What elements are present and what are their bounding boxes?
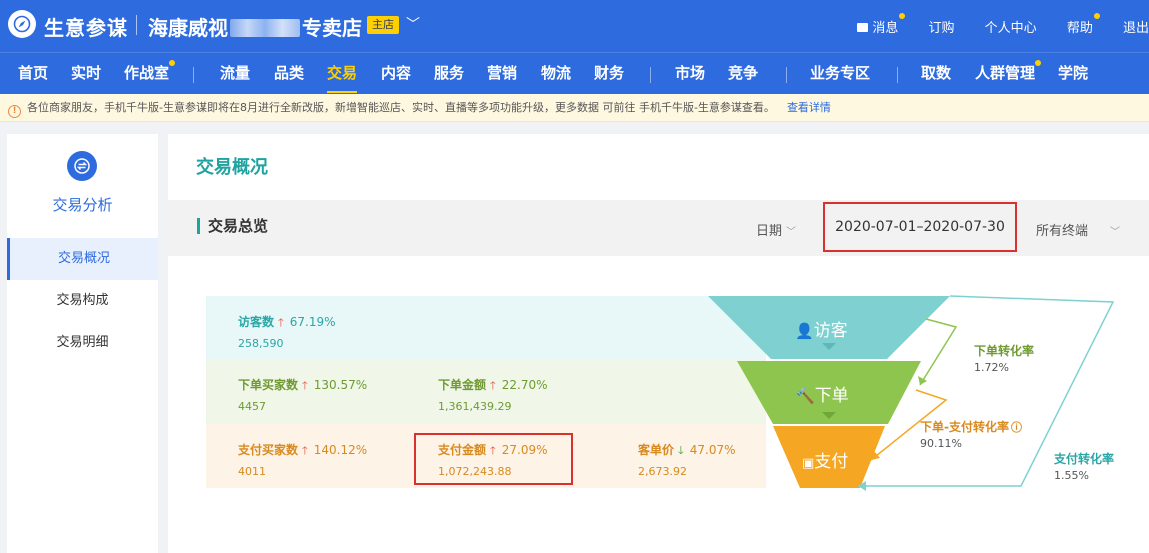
main-store-badge: 主店 <box>367 16 399 34</box>
nav-data-fetch[interactable]: 取数 <box>921 62 951 83</box>
notification-dot <box>1093 13 1100 19</box>
stage-label: 支付 <box>814 452 849 472</box>
store-name-redacted <box>230 19 300 37</box>
nav-content[interactable]: 内容 <box>381 62 411 83</box>
sidebar-item-overview[interactable]: 交易概况 <box>7 238 158 280</box>
nav-audience[interactable]: 人群管理 <box>975 60 1042 83</box>
stage-label: 访客 <box>813 321 848 341</box>
mail-icon <box>857 23 869 32</box>
help-label: 帮助 <box>1066 21 1093 36</box>
nav-service[interactable]: 服务 <box>434 62 464 83</box>
notice-text: 各位商家朋友，手机千牛版-生意参谋即将在8月进行全新改版，新增智能巡店、实时、直… <box>27 101 775 114</box>
user-center-link[interactable]: 个人中心 <box>985 17 1037 36</box>
nav-war-room-label: 作战室 <box>124 64 170 82</box>
main-nav: 首页 实时 作战室 流量 品类 交易 内容 服务 营销 物流 财务 市场 竞争 … <box>0 52 1149 94</box>
notice-details-link[interactable]: 查看详情 <box>787 101 831 114</box>
brand-name[interactable]: 生意参谋 <box>44 12 128 41</box>
nav-war-room[interactable]: 作战室 <box>124 60 176 83</box>
nav-transaction[interactable]: 交易 <box>327 62 358 93</box>
nav-finance[interactable]: 财务 <box>594 62 624 83</box>
top-bar: 生意参谋 海康威视 专卖店 主店 ﹀ 消息 订购 个人中心 帮助 退出 <box>0 0 1149 52</box>
rate-order-conversion[interactable]: 下单转化率 1.72% <box>974 342 1034 374</box>
rate-value: 1.72% <box>974 361 1009 374</box>
messages-link[interactable]: 消息 <box>857 13 906 36</box>
arrow-head-icon <box>918 376 927 385</box>
nav-divider <box>786 67 787 83</box>
transaction-icon <box>67 151 97 181</box>
notice-banner: ! 各位商家朋友，手机千牛版-生意参谋即将在8月进行全新改版，新增智能巡店、实时、… <box>0 94 1149 122</box>
rate-value: 1.55% <box>1054 469 1089 482</box>
help-link[interactable]: 帮助 <box>1066 13 1100 36</box>
nav-traffic[interactable]: 流量 <box>220 62 250 83</box>
nav-marketing[interactable]: 营销 <box>487 62 517 83</box>
rate-pay-conversion[interactable]: 支付转化率 1.55% <box>1054 450 1114 482</box>
brand-divider <box>136 15 137 35</box>
compass-logo-icon[interactable] <box>8 10 36 38</box>
messages-label: 消息 <box>872 21 899 36</box>
user-icon: 👤 <box>795 322 814 340</box>
store-name-prefix: 海康威视 <box>148 16 228 40</box>
nav-market[interactable]: 市场 <box>675 62 705 83</box>
rate-label: 下单转化率 <box>974 344 1035 358</box>
warning-icon: ! <box>8 105 21 118</box>
nav-competition[interactable]: 竞争 <box>728 62 758 83</box>
nav-business-zone[interactable]: 业务专区 <box>810 62 870 83</box>
sidebar-title: 交易分析 <box>52 196 113 214</box>
hammer-icon: 🔨 <box>796 387 815 405</box>
nav-academy[interactable]: 学院 <box>1058 62 1088 83</box>
notification-dot <box>1035 60 1042 66</box>
sidebar-item-composition[interactable]: 交易构成 <box>7 280 158 322</box>
nav-logistics[interactable]: 物流 <box>541 62 571 83</box>
nav-divider <box>897 67 898 83</box>
nav-divider <box>193 67 194 83</box>
sidebar-item-details[interactable]: 交易明细 <box>7 322 158 364</box>
rate-label: 下单-支付转化率 <box>920 420 1009 434</box>
funnel-label-orders: 🔨下单 <box>796 381 849 406</box>
help-icon[interactable]: ⓘ <box>1011 421 1022 434</box>
wallet-icon: ▣ <box>802 456 815 471</box>
nav-divider <box>650 67 651 83</box>
top-links: 消息 订购 个人中心 帮助 退出 <box>831 13 1149 36</box>
subscribe-link[interactable]: 订购 <box>929 17 955 36</box>
chevron-down-icon[interactable]: ﹀ <box>406 14 420 34</box>
notification-dot <box>169 60 176 66</box>
sidebar: 交易分析 交易概况 交易构成 交易明细 <box>7 134 158 553</box>
notification-dot <box>899 13 906 19</box>
stage-label: 下单 <box>814 386 849 406</box>
rate-label: 支付转化率 <box>1054 452 1115 466</box>
rate-order-pay-conversion[interactable]: 下单-支付转化率 ⓘ 90.11% <box>920 418 1022 450</box>
nav-realtime[interactable]: 实时 <box>71 62 101 83</box>
funnel-label-payments: ▣支付 <box>802 447 848 472</box>
flow-arrow-order-conv <box>919 318 958 386</box>
nav-category[interactable]: 品类 <box>274 62 304 83</box>
nav-audience-label: 人群管理 <box>975 64 1036 82</box>
rate-value: 90.11% <box>920 437 962 450</box>
funnel-label-visitors: 👤访客 <box>795 316 848 341</box>
store-name-suffix: 专卖店 <box>302 16 362 40</box>
store-name[interactable]: 海康威视 专卖店 <box>148 12 362 41</box>
logout-link[interactable]: 退出 <box>1123 17 1149 36</box>
nav-home[interactable]: 首页 <box>18 62 48 83</box>
main-content: 交易概况 交易总览 日期 ﹀ 2020-07-01–2020-07-30 所有终端… <box>168 134 1149 553</box>
